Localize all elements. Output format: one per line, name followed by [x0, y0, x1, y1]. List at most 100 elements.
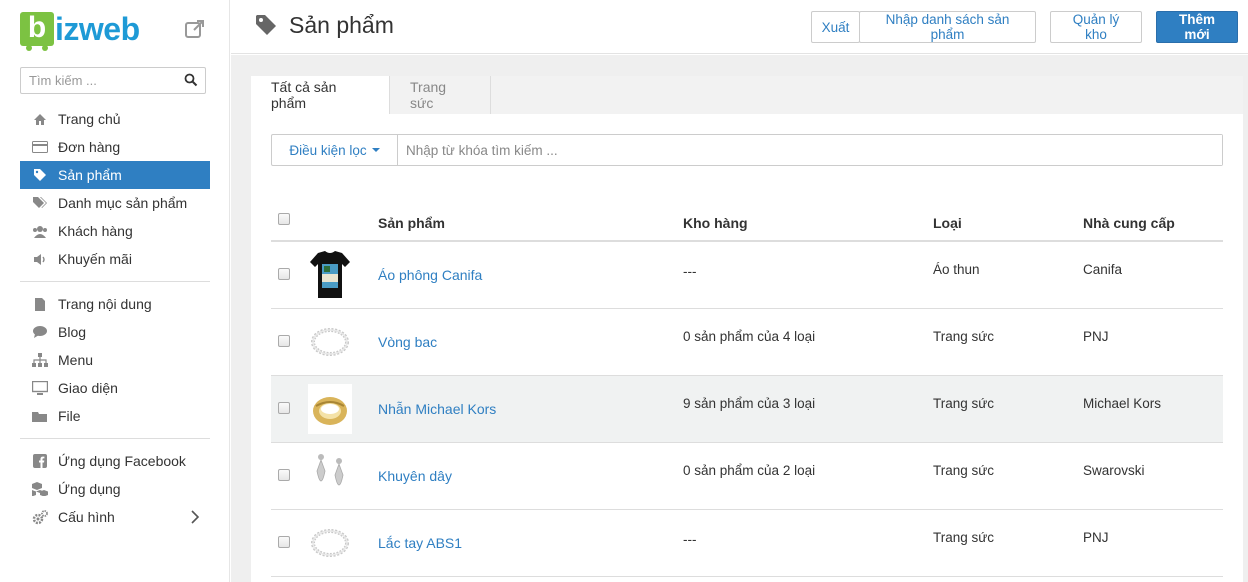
sidebar-item-label: Ứng dụng [58, 481, 121, 497]
sidebar-item-label: Khách hàng [58, 223, 133, 239]
row-checkbox[interactable] [278, 536, 290, 548]
sidebar-item-label: Danh mục sản phẩm [58, 195, 188, 211]
cubes-icon [32, 481, 48, 497]
table-row[interactable]: Vòng bac 0 sản phẩm của 4 loại Trang sức… [271, 309, 1223, 376]
product-thumbnail[interactable] [308, 518, 352, 568]
chevron-right-icon[interactable] [190, 510, 200, 524]
sidebar-item-label: Trang nội dung [58, 296, 152, 312]
nav-divider [20, 281, 210, 282]
logo-row: b izweb [20, 10, 210, 51]
add-product-button[interactable]: Thêm mới [1156, 11, 1238, 43]
sidebar-nav: Trang chủ Đơn hàng Sản phẩm Danh mục sản… [20, 105, 210, 531]
tab-bar: Tất cả sản phẩm Trang sức [251, 76, 1243, 114]
sidebar-item-files[interactable]: File [20, 402, 210, 430]
caret-down-icon [371, 148, 380, 152]
column-header-type: Loại [933, 215, 962, 231]
tags-icon [32, 195, 48, 211]
sidebar-item-label: Blog [58, 324, 87, 340]
desktop-icon [32, 380, 48, 396]
sidebar-item-customers[interactable]: Khách hàng [20, 217, 210, 245]
sidebar-item-label: Sản phẩm [58, 167, 122, 183]
page-title: Sản phẩm [289, 12, 394, 38]
home-icon [32, 111, 48, 127]
sidebar-item-label: File [58, 408, 81, 424]
vendor-cell: Canifa [1083, 262, 1123, 277]
main-content: Tất cả sản phẩm Trang sức Điều kiện lọc … [231, 55, 1248, 582]
product-thumbnail[interactable] [308, 451, 352, 501]
sidebar-item-menu[interactable]: Menu [20, 346, 210, 374]
product-name-link[interactable]: Áo phông Canifa [378, 267, 482, 283]
sidebar-item-label: Trang chủ [58, 111, 121, 127]
credit-card-icon [32, 139, 48, 155]
export-button[interactable]: Xuất [811, 11, 860, 43]
cogs-icon [32, 509, 48, 525]
product-name-link[interactable]: Khuyên dây [378, 468, 452, 484]
external-link-icon[interactable] [184, 18, 206, 40]
sidebar-item-themes[interactable]: Giao diện [20, 374, 210, 402]
column-header-vendor: Nhà cung cấp [1083, 215, 1175, 231]
volume-icon [32, 251, 48, 267]
bizweb-logo[interactable]: b izweb [20, 10, 140, 51]
sidebar-item-label: Menu [58, 352, 94, 368]
sidebar-item-orders[interactable]: Đơn hàng [20, 133, 210, 161]
sidebar-item-label: Đơn hàng [58, 139, 121, 155]
tag-icon [256, 15, 276, 35]
table-row[interactable]: Khuyên dây 0 sản phẩm của 2 loại Trang s… [271, 443, 1223, 510]
inventory-button[interactable]: Quản lý kho [1050, 11, 1142, 43]
search-icon[interactable] [184, 73, 198, 87]
table-row[interactable]: Áo phông Canifa --- Áo thun Canifa [271, 242, 1223, 309]
sidebar-item-label: Khuyến mãi [58, 251, 132, 267]
tab-all-products[interactable]: Tất cả sản phẩm [251, 76, 390, 114]
filter-button-label: Điều kiện lọc [289, 142, 367, 158]
product-name-link[interactable]: Nhẫn Michael Kors [378, 401, 496, 417]
page-header: Sản phẩm Xuất Nhập danh sách sản phẩm Qu… [231, 0, 1248, 54]
sidebar-item-products[interactable]: Sản phẩm [20, 161, 210, 189]
vendor-cell: Swarovski [1083, 463, 1145, 478]
products-panel: Tất cả sản phẩm Trang sức Điều kiện lọc … [251, 76, 1243, 582]
sidebar-item-pages[interactable]: Trang nội dung [20, 290, 210, 318]
nav-divider [20, 438, 210, 439]
type-cell: Trang sức [933, 463, 995, 478]
keyword-search-input[interactable] [398, 135, 1222, 165]
facebook-icon [32, 453, 48, 469]
select-all-checkbox[interactable] [278, 213, 290, 225]
product-name-link[interactable]: Vòng bac [378, 334, 437, 350]
filter-bar: Điều kiện lọc [271, 134, 1223, 166]
sidebar-item-facebook[interactable]: Ứng dụng Facebook [20, 447, 210, 475]
product-thumbnail[interactable] [308, 317, 352, 367]
sidebar-item-home[interactable]: Trang chủ [20, 105, 210, 133]
column-header-product: Sản phẩm [378, 215, 445, 231]
filter-conditions-button[interactable]: Điều kiện lọc [272, 135, 398, 165]
row-checkbox[interactable] [278, 402, 290, 414]
type-cell: Áo thun [933, 262, 980, 277]
sidebar-item-blog[interactable]: Blog [20, 318, 210, 346]
sidebar-item-categories[interactable]: Danh mục sản phẩm [20, 189, 210, 217]
row-checkbox[interactable] [278, 335, 290, 347]
tab-jewelry[interactable]: Trang sức [390, 76, 491, 114]
sidebar-item-label: Cấu hình [58, 509, 115, 525]
product-name-link[interactable]: Lắc tay ABS1 [378, 535, 462, 551]
sidebar: b izweb Trang chủ Đơn hàng Sản phẩm [0, 0, 230, 582]
sidebar-item-settings[interactable]: Cấu hình [20, 503, 210, 531]
sidebar-search-input[interactable] [21, 68, 171, 93]
users-icon [32, 223, 48, 239]
row-checkbox[interactable] [278, 268, 290, 280]
product-thumbnail[interactable] [308, 250, 352, 300]
sidebar-item-apps[interactable]: Ứng dụng [20, 475, 210, 503]
table-row[interactable]: Nhẫn Michael Kors 9 sản phẩm của 3 loại … [271, 376, 1223, 443]
table-row[interactable]: Lắc tay ABS1 --- Trang sức PNJ [271, 510, 1223, 577]
sidebar-item-promotions[interactable]: Khuyến mãi [20, 245, 210, 273]
sidebar-item-label: Ứng dụng Facebook [58, 453, 186, 469]
vendor-cell: PNJ [1083, 530, 1109, 545]
import-products-button[interactable]: Nhập danh sách sản phẩm [859, 11, 1036, 43]
sidebar-search [20, 67, 206, 94]
file-icon [32, 296, 48, 312]
stock-cell: --- [683, 264, 697, 279]
logo-letter: b [20, 12, 54, 51]
stock-cell: 0 sản phẩm của 2 loại [683, 463, 816, 478]
column-header-stock: Kho hàng [683, 215, 748, 231]
sidebar-item-label: Giao diện [58, 380, 118, 396]
row-checkbox[interactable] [278, 469, 290, 481]
product-thumbnail[interactable] [308, 384, 352, 434]
type-cell: Trang sức [933, 530, 995, 545]
